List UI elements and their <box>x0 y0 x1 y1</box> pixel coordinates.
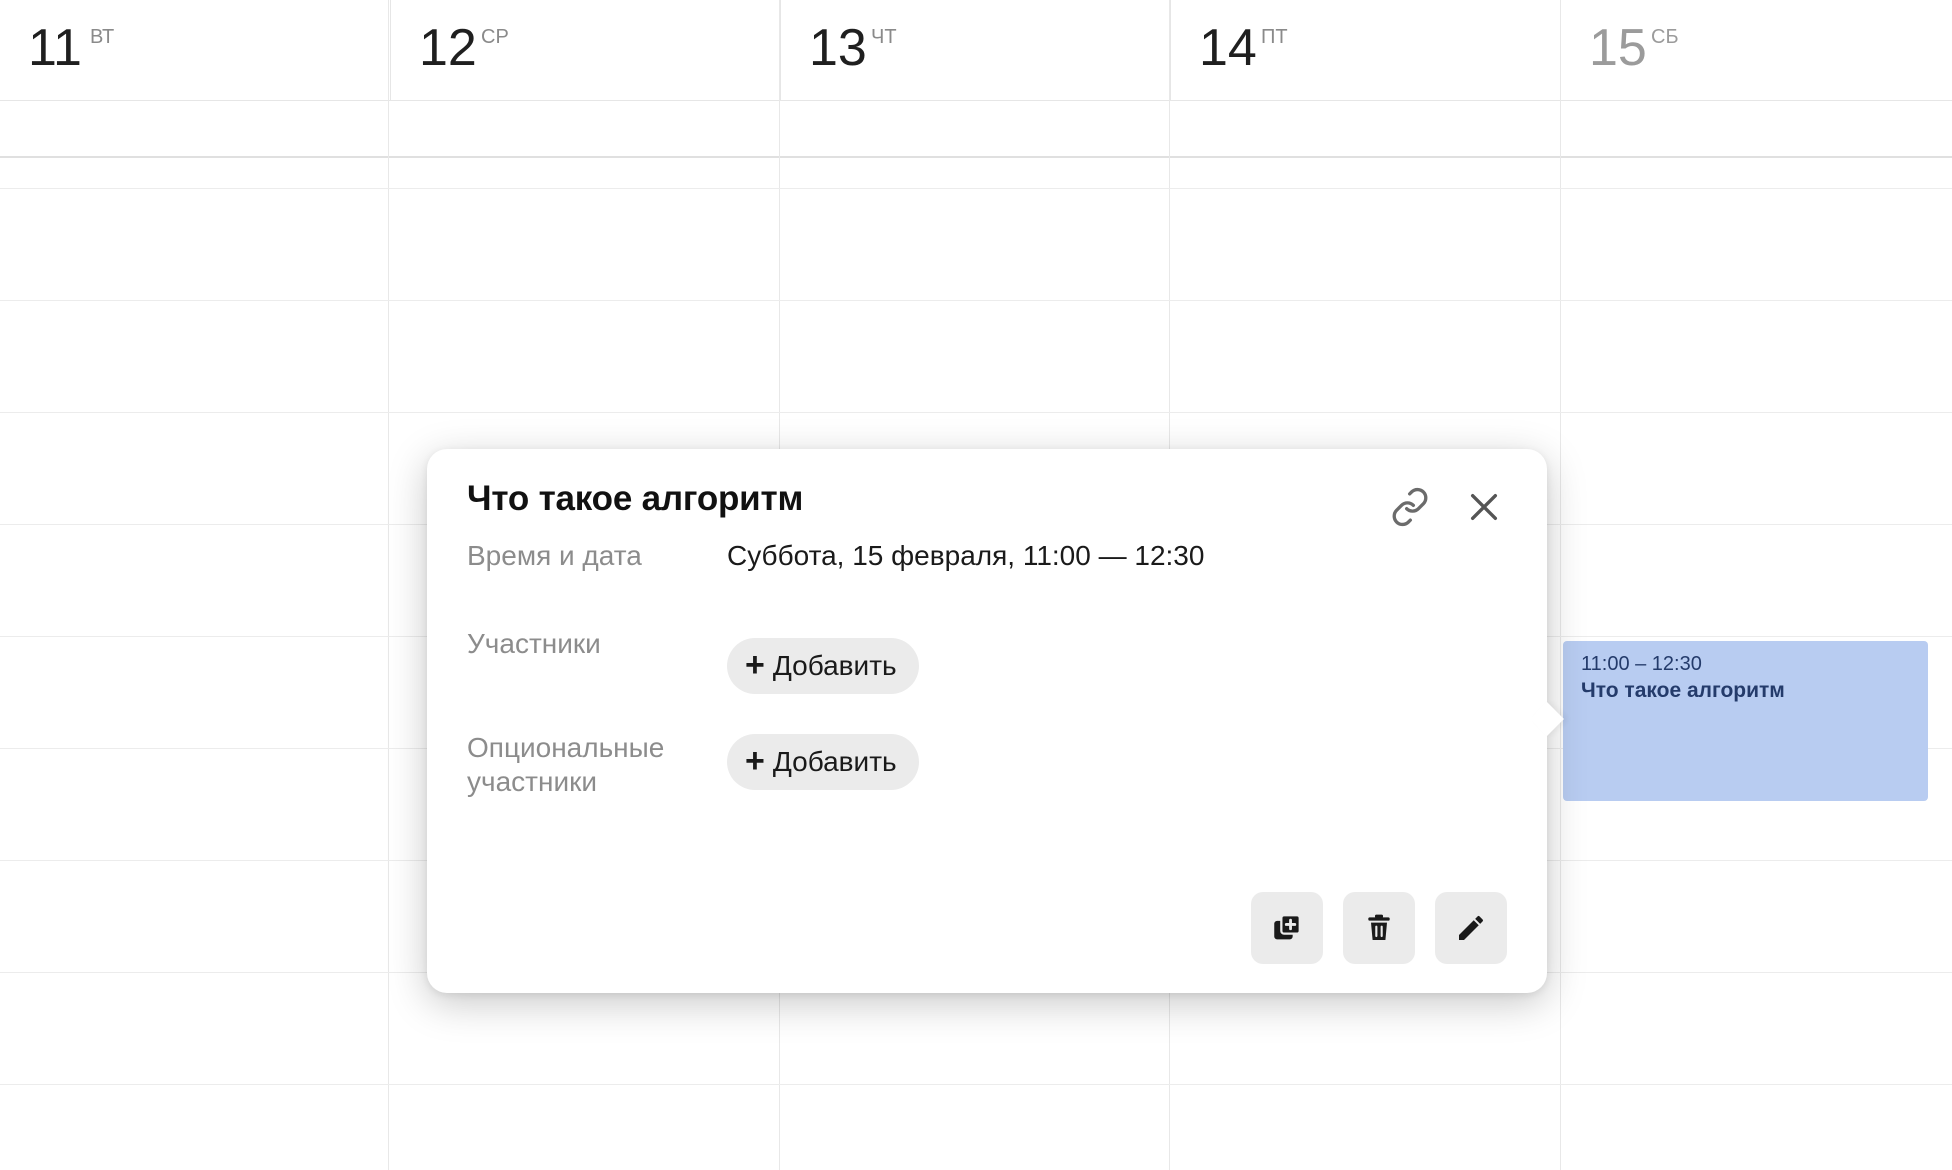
event-title: Что такое алгоритм <box>1581 679 1785 702</box>
add-participants-label: Добавить <box>772 650 897 681</box>
optional-label-line1: Опциональные <box>467 732 665 763</box>
trash-icon <box>1368 914 1390 940</box>
day-number: 15 <box>1589 19 1647 77</box>
column-divider <box>388 0 389 1170</box>
day-number: 12 <box>419 19 477 77</box>
add-participants-button[interactable]: + Добавить <box>727 638 919 694</box>
day-number: 13 <box>809 19 867 77</box>
datetime-value: Суббота, 15 февраля, 11:00 — 12:30 <box>727 540 1205 571</box>
day-weekday: СБ <box>1651 26 1679 48</box>
day-number: 11 <box>28 19 82 77</box>
add-optional-participants-button[interactable]: + Добавить <box>727 734 919 790</box>
day-number: 14 <box>1199 19 1257 77</box>
duplicate-icon <box>1274 914 1301 940</box>
edit-button[interactable] <box>1435 892 1507 964</box>
day-header-12[interactable]: 12 СР <box>390 0 780 100</box>
day-header-11[interactable]: 11 ВТ <box>0 0 390 100</box>
hour-line <box>0 412 1952 413</box>
week-header: 11 ВТ 12 СР 13 ЧТ 14 ПТ 15 СБ <box>0 0 1952 101</box>
close-icon <box>1470 493 1498 521</box>
datetime-label: Время и дата <box>467 540 642 571</box>
optional-participants-label: Опциональные участники <box>467 731 664 799</box>
participants-label: Участники <box>467 628 601 659</box>
duplicate-button[interactable] <box>1251 892 1323 964</box>
popup-title: Что такое алгоритм <box>467 479 804 518</box>
calendar-event[interactable]: 11:00 – 12:30 Что такое алгоритм <box>1563 641 1928 801</box>
day-weekday: СР <box>481 26 509 48</box>
event-popup: Что такое алгоритм Время и дата Суббота,… <box>427 449 1564 993</box>
event-time: 11:00 – 12:30 <box>1581 653 1702 675</box>
hour-line <box>0 300 1952 301</box>
copy-link-button[interactable] <box>1382 479 1438 535</box>
optional-label-line2: участники <box>467 766 597 797</box>
add-optional-participants-label: Добавить <box>772 746 897 777</box>
plus-icon: + <box>745 741 765 780</box>
day-weekday: ЧТ <box>871 26 897 48</box>
hour-line <box>0 188 1952 189</box>
all-day-row[interactable] <box>0 101 1952 158</box>
delete-button[interactable] <box>1343 892 1415 964</box>
day-weekday: ВТ <box>90 26 115 48</box>
day-header-13[interactable]: 13 ЧТ <box>780 0 1170 100</box>
close-button[interactable] <box>1456 479 1512 535</box>
link-icon <box>1392 487 1428 527</box>
day-header-14[interactable]: 14 ПТ <box>1170 0 1560 100</box>
hour-line <box>0 1084 1952 1085</box>
pencil-icon <box>1459 915 1484 940</box>
day-header-15[interactable]: 15 СБ <box>1560 0 1952 100</box>
plus-icon: + <box>745 645 765 684</box>
column-divider <box>1560 0 1561 1170</box>
day-weekday: ПТ <box>1261 26 1288 48</box>
